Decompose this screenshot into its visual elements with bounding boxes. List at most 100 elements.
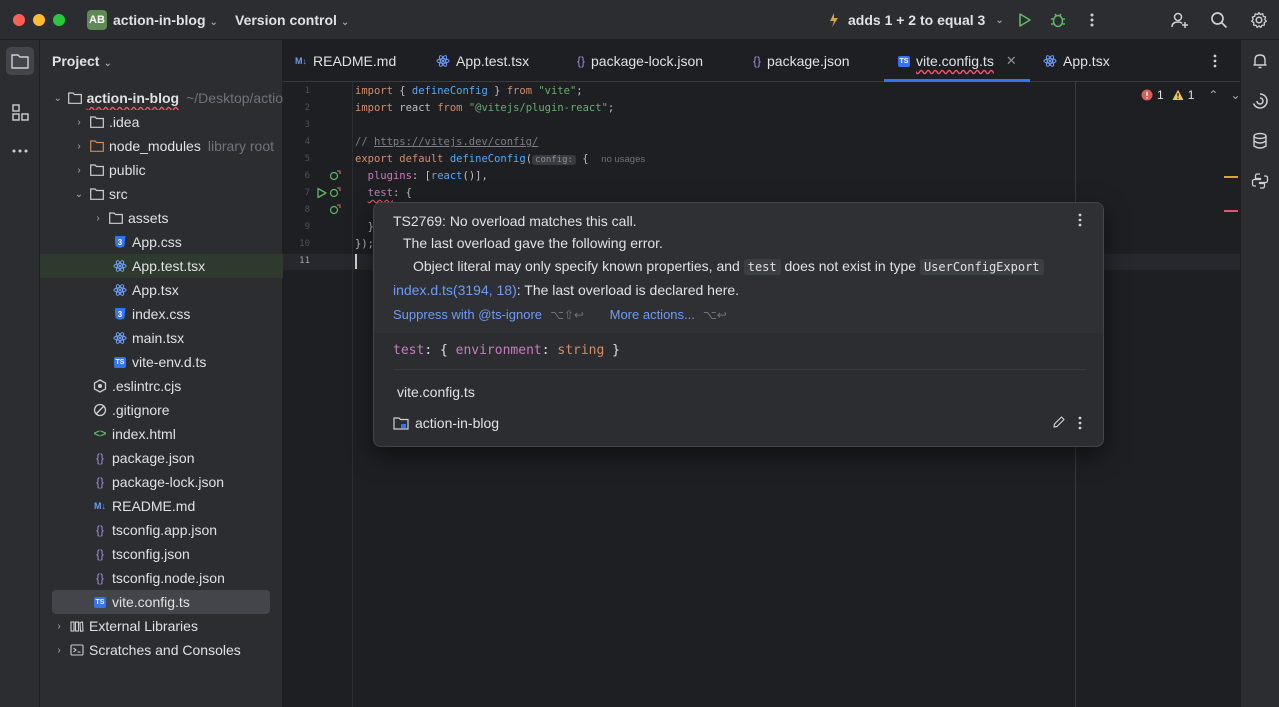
database-button[interactable] (1246, 127, 1274, 155)
chevron-right-icon[interactable]: › (72, 117, 86, 128)
warning-stripe-marker[interactable] (1224, 176, 1238, 178)
tab-label: package.json (767, 53, 850, 69)
tree-item-assets[interactable]: › assets (40, 206, 283, 230)
close-window-button[interactable] (13, 14, 25, 26)
chevron-right-icon[interactable]: › (52, 621, 66, 632)
version-control-menu[interactable]: Version control ⌄ (235, 12, 349, 28)
implementation-marker-icon[interactable] (329, 187, 341, 199)
declaration-link[interactable]: index.d.ts(3194, 18) (393, 282, 517, 298)
notifications-button[interactable] (1246, 47, 1274, 75)
tab-package-lock[interactable]: {} package-lock.json (577, 40, 703, 82)
close-tab-icon[interactable]: ✕ (1006, 53, 1017, 69)
previous-problem-icon[interactable]: ⌃ (1208, 88, 1218, 102)
search-icon (1211, 12, 1228, 29)
implementation-marker-icon[interactable] (329, 204, 341, 216)
tree-item-index-css[interactable]: 3 index.css (40, 302, 283, 326)
tab-package-json[interactable]: {} package.json (753, 40, 850, 82)
more-actions-link[interactable]: More actions... (610, 307, 695, 322)
suppress-ts-ignore-action[interactable]: Suppress with @ts-ignore (393, 307, 542, 322)
next-problem-icon[interactable]: ⌄ (1230, 88, 1240, 102)
popup-options-button[interactable] (1078, 213, 1082, 230)
chevron-down-icon[interactable]: ⌄ (72, 189, 86, 200)
config-doc-link[interactable]: https://vitejs.dev/config/ (374, 136, 538, 148)
tree-item-tsconfig-app[interactable]: {} tsconfig.app.json (40, 518, 283, 542)
chevron-down-icon[interactable]: ⌄ (52, 93, 64, 104)
search-everywhere-button[interactable] (1209, 10, 1229, 30)
popup-divider (394, 369, 1086, 370)
ai-assistant-button[interactable] (1246, 87, 1274, 115)
ignore-file-icon (93, 403, 107, 417)
tree-item-idea[interactable]: › .idea (40, 110, 283, 134)
bell-icon (1253, 54, 1267, 69)
module-options-button[interactable] (1078, 416, 1082, 433)
chevron-right-icon[interactable]: › (52, 645, 66, 656)
tree-item-package-json[interactable]: {} package.json (40, 446, 283, 470)
maximize-window-button[interactable] (53, 14, 65, 26)
tree-item-eslintrc[interactable]: .eslintrc.cjs (40, 374, 283, 398)
tree-item-vite-env[interactable]: TS vite-env.d.ts (40, 350, 283, 374)
tree-item-app-tsx[interactable]: App.tsx (40, 278, 283, 302)
tree-item-tsconfig-node[interactable]: {} tsconfig.node.json (40, 566, 283, 590)
code-line: import react from "@vitejs/plugin-react"… (355, 102, 615, 114)
code-line: test: { (367, 187, 412, 199)
inspection-widget[interactable]: 1 1 ⌃ ⌄ (1141, 88, 1241, 102)
chevron-down-icon: ⌄ (103, 58, 112, 69)
error-title: TS2769: No overload matches this call. (393, 213, 637, 229)
tab-overflow-button[interactable] (1213, 40, 1217, 82)
folder-icon (90, 187, 104, 201)
tab-vite-config[interactable]: TS vite.config.ts ✕ (884, 40, 1030, 82)
tree-item-gitignore[interactable]: .gitignore (40, 398, 283, 422)
tree-item-app-test[interactable]: App.test.tsx (40, 254, 283, 278)
tree-item-index-html[interactable]: <> index.html (40, 422, 283, 446)
error-stripe-marker[interactable] (1224, 210, 1238, 212)
tree-item-package-lock[interactable]: {} package-lock.json (40, 470, 283, 494)
chevron-right-icon[interactable]: › (72, 165, 86, 176)
chevron-right-icon[interactable]: › (72, 141, 86, 152)
tree-item-app-css[interactable]: 3 App.css (40, 230, 283, 254)
markdown-icon: M↓ (94, 501, 106, 511)
tree-item-public[interactable]: › public (40, 158, 283, 182)
run-configuration-selector[interactable]: adds 1 + 2 to equal 3 ⌄ (826, 12, 1004, 28)
code-with-me-button[interactable] (1170, 10, 1190, 30)
database-icon (1253, 132, 1267, 149)
tree-item-label: tsconfig.app.json (112, 522, 218, 538)
tree-item-main-tsx[interactable]: main.tsx (40, 326, 283, 350)
project-view-selector[interactable]: Project ⌄ (52, 53, 112, 69)
tab-app-test[interactable]: App.test.tsx (436, 40, 529, 82)
structure-tool-button[interactable] (6, 98, 34, 126)
more-tools-button[interactable] (6, 137, 34, 165)
bug-icon (1051, 13, 1065, 28)
tab-app-tsx[interactable]: App.tsx (1043, 40, 1110, 82)
tree-item-external-libraries[interactable]: › External Libraries (40, 614, 283, 638)
implementation-marker-icon[interactable] (329, 170, 341, 182)
edit-button[interactable] (1052, 415, 1066, 432)
tree-item-node-modules[interactable]: › node_modules library root (40, 134, 283, 158)
tree-item-label: node_modules (109, 138, 201, 154)
error-detail-line: The last overload gave the following err… (403, 235, 663, 251)
folder-icon (67, 91, 82, 105)
run-test-gutter-icon[interactable] (316, 187, 328, 199)
project-tool-button[interactable] (6, 47, 34, 75)
tab-readme[interactable]: M↓ README.md (295, 40, 396, 82)
run-button[interactable] (1014, 10, 1034, 30)
tree-item-scratches[interactable]: › Scratches and Consoles (40, 638, 283, 662)
chevron-right-icon[interactable]: › (91, 213, 105, 224)
tree-item-root[interactable]: ⌄ action-in-blog ~/Desktop/actio (40, 86, 283, 110)
tree-item-vite-config[interactable]: TS vite.config.ts (52, 590, 270, 614)
tree-item-tsconfig[interactable]: {} tsconfig.json (40, 542, 283, 566)
warning-icon (1172, 89, 1184, 100)
debug-button[interactable] (1048, 10, 1068, 30)
tree-item-label: package.json (112, 450, 195, 466)
more-actions-button[interactable] (1082, 10, 1102, 30)
usages-hint[interactable]: no usages (601, 154, 645, 165)
module-row[interactable]: action-in-blog (393, 415, 499, 431)
python-console-button[interactable] (1246, 167, 1274, 195)
tree-item-readme[interactable]: M↓ README.md (40, 494, 283, 518)
error-highlight[interactable]: test (368, 187, 393, 199)
tree-item-label: vite-env.d.ts (132, 354, 207, 370)
settings-button[interactable] (1249, 10, 1269, 30)
project-badge[interactable]: AB (87, 10, 107, 30)
tree-item-src[interactable]: ⌄ src (40, 182, 283, 206)
project-switcher[interactable]: action-in-blog ⌄ (113, 12, 218, 28)
minimize-window-button[interactable] (33, 14, 45, 26)
